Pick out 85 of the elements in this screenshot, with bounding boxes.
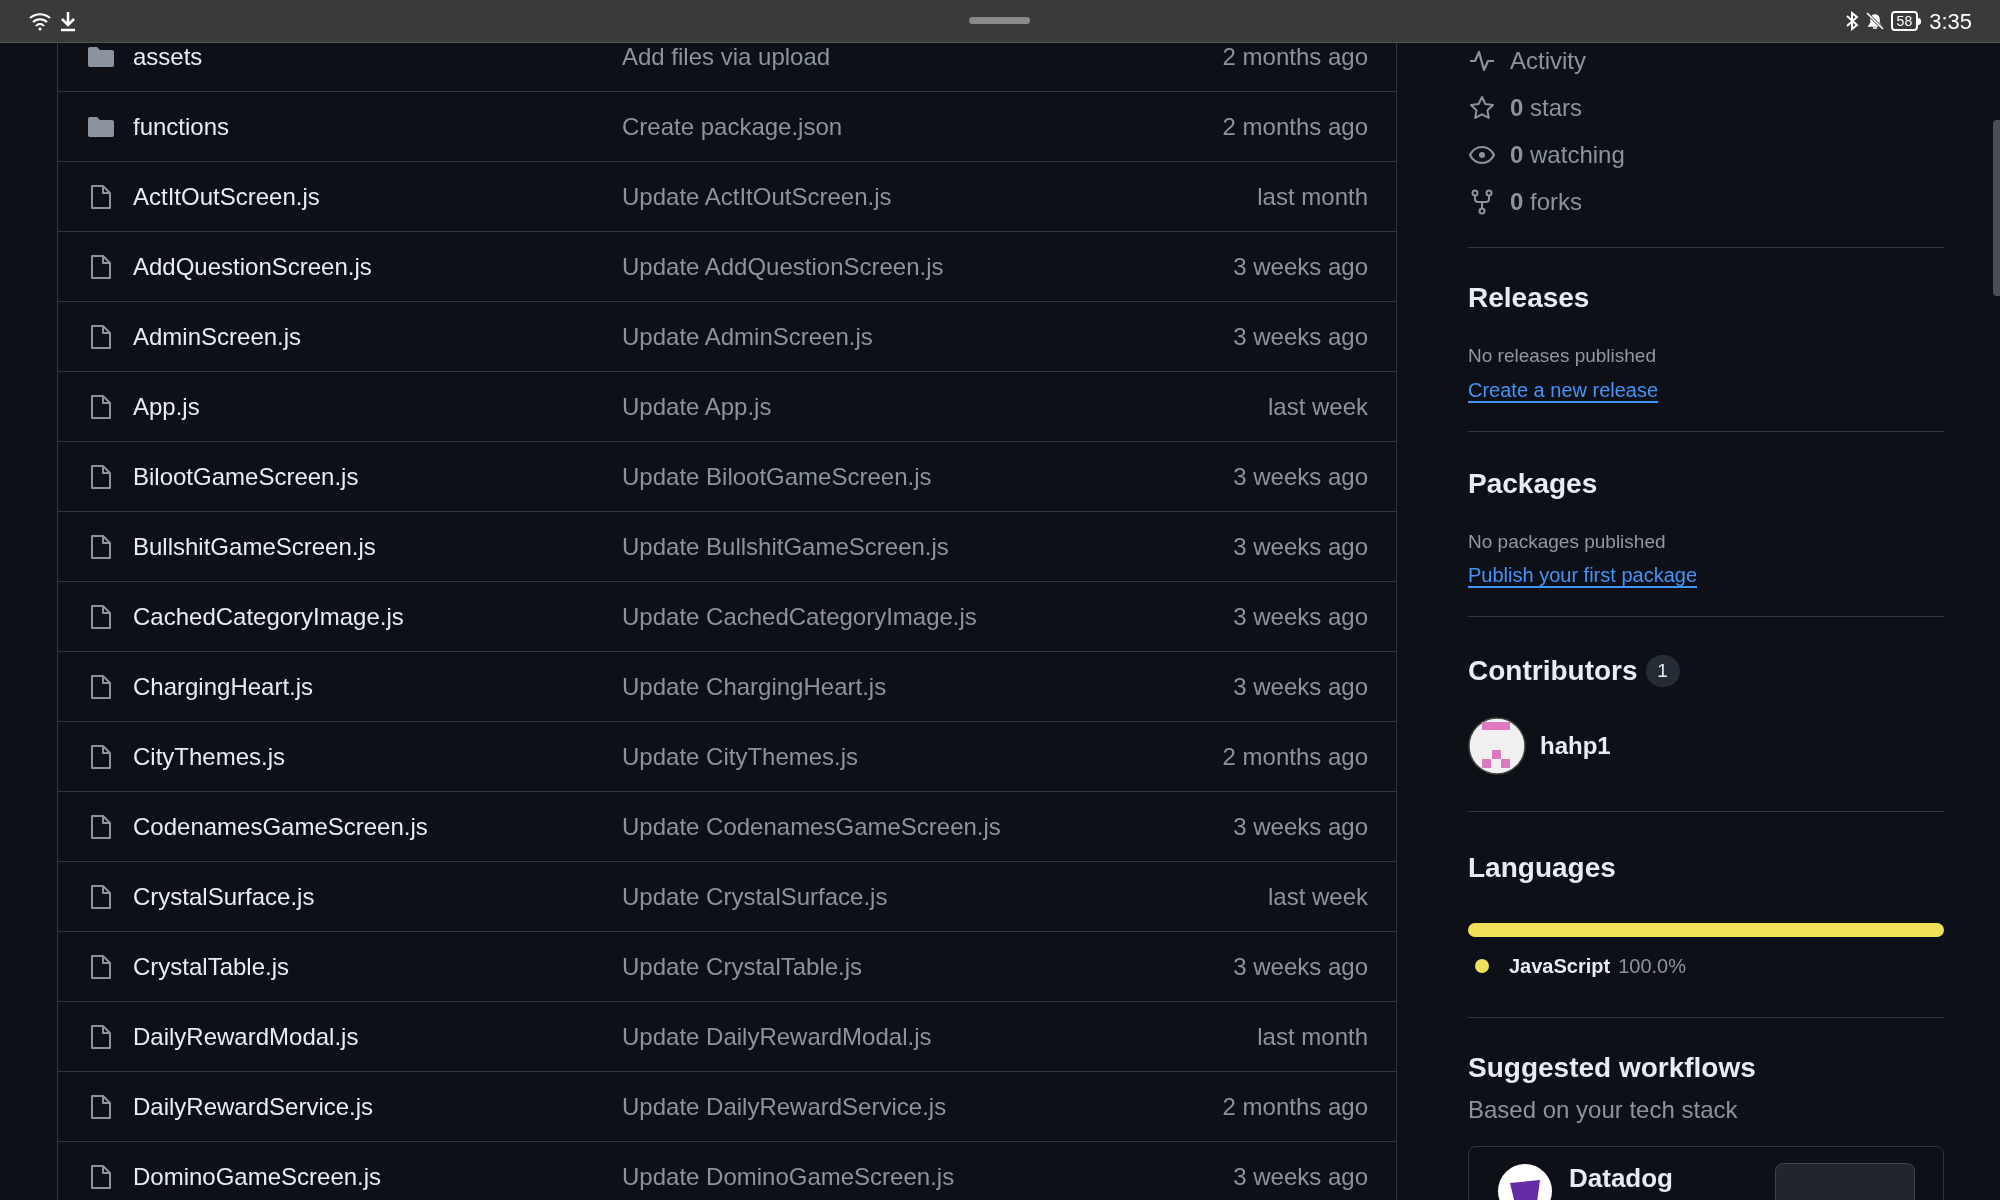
commit-time: 3 weeks ago xyxy=(1233,1161,1369,1192)
language-percent: 100.0% xyxy=(1618,954,1686,979)
count-badge: 1 xyxy=(1645,655,1680,687)
commit-message[interactable]: Update DailyRewardService.js xyxy=(622,1088,947,1125)
section-subtitle: Based on your tech stack xyxy=(1468,1095,1738,1125)
commit-time: 2 months ago xyxy=(1222,111,1369,142)
file-link[interactable]: AddQuestionScreen.js xyxy=(133,248,372,285)
commit-message[interactable]: Update AdminScreen.js xyxy=(622,318,873,355)
create-link[interactable]: Publish your first package xyxy=(1468,560,1697,590)
stat-link[interactable]: 0 stars xyxy=(1510,89,1583,126)
empty-note: No packages published xyxy=(1468,529,1666,554)
section-heading: Releases xyxy=(1468,281,1590,315)
create-link[interactable]: Create a new release xyxy=(1468,374,1659,405)
section-heading: Contributors xyxy=(1468,654,1638,688)
bluetooth-icon xyxy=(1844,11,1859,31)
avatar-icon[interactable] xyxy=(1468,717,1526,775)
commit-message[interactable]: Update ChargingHeart.js xyxy=(622,668,887,705)
commit-time: 2 months ago xyxy=(1222,1091,1369,1122)
pulse-icon xyxy=(1468,48,1496,73)
file-link[interactable]: CachedCategoryImage.js xyxy=(133,598,404,635)
empty-note: No releases published xyxy=(1468,344,1656,368)
commit-message[interactable]: Update AddQuestionScreen.js xyxy=(622,248,944,285)
commit-message[interactable]: Update CrystalSurface.js xyxy=(622,878,888,915)
commit-time: 3 weeks ago xyxy=(1233,461,1369,492)
commit-time: 2 months ago xyxy=(1222,741,1369,772)
commit-time: 3 weeks ago xyxy=(1233,601,1369,632)
file-link[interactable]: CityThemes.js xyxy=(133,738,286,775)
commit-message[interactable]: Update App.js xyxy=(622,388,772,425)
commit-message[interactable]: Update DominoGameScreen.js xyxy=(622,1158,955,1195)
folder-link[interactable]: functions xyxy=(133,108,230,145)
bell-muted-icon xyxy=(1864,11,1885,31)
contributor-link[interactable]: hahp1 xyxy=(1540,728,1611,764)
file-link[interactable]: ChargingHeart.js xyxy=(133,668,314,705)
file-link[interactable]: BilootGameScreen.js xyxy=(133,458,359,495)
folder-icon xyxy=(87,45,115,68)
download-icon xyxy=(58,10,78,32)
commit-message[interactable]: Update CodenamesGameScreen.js xyxy=(622,808,1001,845)
commit-message[interactable]: Update BilootGameScreen.js xyxy=(622,458,932,495)
file-link[interactable]: DailyRewardService.js xyxy=(133,1088,374,1125)
commit-time: 3 weeks ago xyxy=(1233,951,1369,982)
scrollbar-thumb[interactable] xyxy=(1993,120,2000,296)
commit-time: 3 weeks ago xyxy=(1233,531,1369,562)
stat-link[interactable]: 0 watching xyxy=(1510,136,1625,173)
commit-time: 3 weeks ago xyxy=(1233,811,1369,842)
stat-link[interactable]: 0 forks xyxy=(1510,183,1583,220)
section-heading: Suggested workflows xyxy=(1468,1051,1756,1085)
file-link[interactable]: AdminScreen.js xyxy=(133,318,302,355)
file-link[interactable]: ActItOutScreen.js xyxy=(133,178,320,215)
file-link[interactable]: App.js xyxy=(133,388,200,425)
commit-message[interactable]: Update CachedCategoryImage.js xyxy=(622,598,977,635)
file-link[interactable]: BullshitGameScreen.js xyxy=(133,528,376,565)
commit-message[interactable]: Update ActItOutScreen.js xyxy=(622,178,892,215)
folder-icon xyxy=(87,115,115,138)
commit-time: last month xyxy=(1257,181,1369,212)
commit-time: 3 weeks ago xyxy=(1233,671,1369,702)
file-link[interactable]: DominoGameScreen.js xyxy=(133,1158,382,1195)
file-link[interactable]: CrystalSurface.js xyxy=(133,878,315,915)
commit-message[interactable]: Update DailyRewardModal.js xyxy=(622,1018,932,1055)
file-link[interactable]: CodenamesGameScreen.js xyxy=(133,808,428,845)
stat-link[interactable]: Activity xyxy=(1510,43,1586,79)
wifi-icon xyxy=(28,11,52,31)
commit-time: 2 months ago xyxy=(1222,43,1369,72)
commit-time: last month xyxy=(1257,1021,1369,1052)
commit-time: 3 weeks ago xyxy=(1233,251,1369,282)
workflow-name: Datadog xyxy=(1569,1163,1673,1193)
commit-message[interactable]: Update CityThemes.js xyxy=(622,738,859,775)
battery-level: 58 xyxy=(1890,11,1919,31)
configure-button[interactable] xyxy=(1775,1163,1915,1200)
folder-link[interactable]: assets xyxy=(133,43,203,75)
commit-time: 3 weeks ago xyxy=(1233,321,1369,352)
commit-message[interactable]: Update BullshitGameScreen.js xyxy=(622,528,949,565)
section-heading: Languages xyxy=(1468,851,1616,885)
eye-icon xyxy=(1468,144,1496,165)
star-icon xyxy=(1468,94,1496,121)
commit-message[interactable]: Add files via upload xyxy=(622,43,831,75)
file-link[interactable]: CrystalTable.js xyxy=(133,948,290,985)
commit-time: last week xyxy=(1267,391,1369,422)
commit-time: last week xyxy=(1267,881,1369,912)
language-name[interactable]: JavaScript xyxy=(1509,951,1611,981)
drag-handle[interactable] xyxy=(969,17,1030,24)
clock: 3:35 xyxy=(1929,7,1972,36)
commit-message[interactable]: Update CrystalTable.js xyxy=(622,948,863,985)
commit-message[interactable]: Create package.json xyxy=(622,108,843,145)
file-link[interactable]: DailyRewardModal.js xyxy=(133,1018,359,1055)
section-heading: Packages xyxy=(1468,466,1598,501)
